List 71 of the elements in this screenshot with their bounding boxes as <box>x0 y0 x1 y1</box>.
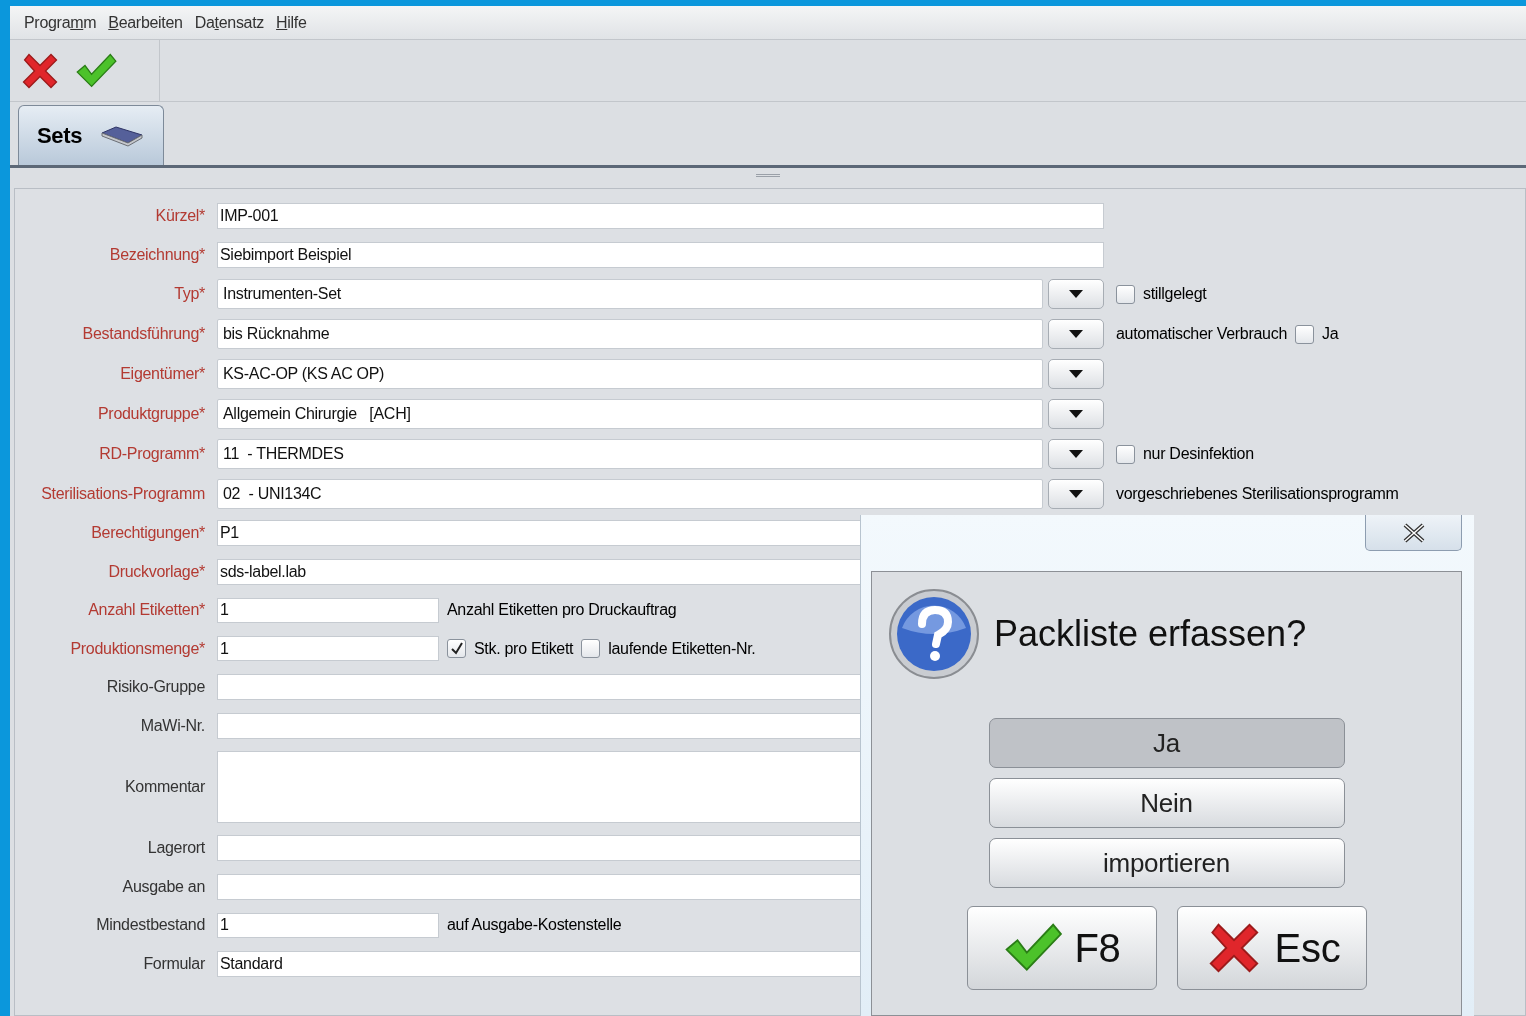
dropdown-field[interactable]: 02 - UNI134C <box>217 479 1043 509</box>
field-label: Produktionsmenge* <box>69 638 206 659</box>
field-label: Typ* <box>173 284 206 304</box>
cancel-button[interactable]: Esc <box>1176 906 1367 990</box>
field-label: Formular <box>142 953 206 974</box>
checkbox-label: laufende Etiketten-Nr. <box>608 638 756 659</box>
dropdown-button[interactable] <box>1048 479 1104 509</box>
dropdown-button[interactable] <box>1048 279 1104 309</box>
dropdown-field[interactable]: KS-AC-OP (KS AC OP) <box>217 359 1043 389</box>
field-label: Ausgabe an <box>121 876 206 897</box>
checkbox-label: Stk. pro Etikett <box>474 638 574 659</box>
field-note: Anzahl Etiketten pro Druckauftrag <box>447 600 677 621</box>
caret-icon <box>1069 370 1083 378</box>
option-button[interactable]: Ja <box>988 718 1345 768</box>
field-label: MaWi-Nr. <box>139 715 206 736</box>
checkbox[interactable] <box>1295 324 1314 344</box>
text-field[interactable]: 1 <box>217 912 439 938</box>
checkbox[interactable] <box>581 639 601 659</box>
menu-item[interactable]: Programm <box>24 10 97 35</box>
tray-icon <box>100 124 145 147</box>
text-field[interactable]: 1 <box>217 597 439 623</box>
field-note: auf Ausgabe-Kostenstelle <box>447 915 622 936</box>
menu-item[interactable]: Datensatz <box>194 10 265 35</box>
field-label: Mindestbestand <box>95 915 206 936</box>
field-label: RD-Programm* <box>98 444 206 464</box>
option-button[interactable]: Nein <box>988 778 1345 828</box>
field-label: Produktgruppe* <box>97 404 206 424</box>
field-note: automatischer Verbrauch <box>1116 324 1287 344</box>
dropdown-button[interactable] <box>1048 439 1104 469</box>
dropdown-field[interactable]: Instrumenten-Set <box>217 279 1043 309</box>
field-label: Bestandsführung* <box>81 324 206 344</box>
tab[interactable]: Sets <box>18 105 164 165</box>
confirm-button[interactable]: F8 <box>966 906 1157 990</box>
checkbox-label: stillgelegt <box>1143 284 1207 304</box>
checkbox[interactable] <box>447 639 466 659</box>
field-label: Risiko-Gruppe <box>105 677 206 698</box>
caret-icon <box>1069 450 1083 458</box>
dialog-message: Packliste erfassen? <box>994 612 1307 656</box>
field-label: Kürzel* <box>154 206 206 227</box>
close-button[interactable] <box>1365 515 1462 551</box>
dropdown-button[interactable] <box>1048 359 1104 389</box>
dropdown-field[interactable]: Allgemein Chirurgie [ACH] <box>217 399 1043 429</box>
dropdown-button[interactable] <box>1048 319 1104 349</box>
checkbox[interactable] <box>1116 284 1135 304</box>
caret-icon <box>1069 290 1083 298</box>
text-field[interactable]: Siebimport Beispiel <box>217 241 1104 268</box>
field-label: Kommentar <box>124 777 206 797</box>
menu-item[interactable]: Hilfe <box>276 10 307 35</box>
dropdown-field[interactable]: 11 - THERMDES <box>217 439 1043 469</box>
dropdown-button[interactable] <box>1048 399 1104 429</box>
caret-icon <box>1069 410 1083 418</box>
menu-item[interactable]: Bearbeiten <box>108 10 183 35</box>
close-icon <box>1401 522 1426 543</box>
field-label: Anzahl Etiketten* <box>87 600 206 621</box>
text-field[interactable]: IMP-001 <box>217 203 1104 230</box>
field-label: Berechtigungen* <box>90 523 206 544</box>
field-label: Sterilisations-Programm <box>40 484 206 504</box>
text-field[interactable]: 1 <box>217 636 439 662</box>
caret-icon <box>1069 490 1083 498</box>
checkbox-label: nur Desinfektion <box>1143 444 1254 464</box>
checkbox[interactable] <box>1116 444 1135 464</box>
field-label: Druckvorlage* <box>107 561 206 582</box>
checkbox-label: Ja <box>1322 324 1339 344</box>
field-label: Bezeichnung* <box>108 244 206 265</box>
question-icon <box>888 588 980 680</box>
field-label: Lagerort <box>146 838 206 859</box>
caret-icon <box>1069 330 1083 338</box>
dropdown-field[interactable]: bis Rücknahme <box>217 319 1043 349</box>
field-note: vorgeschriebenes Sterilisationsprogramm <box>1116 484 1399 504</box>
option-button[interactable]: importieren <box>988 838 1345 888</box>
field-label: Eigentümer* <box>119 364 206 384</box>
